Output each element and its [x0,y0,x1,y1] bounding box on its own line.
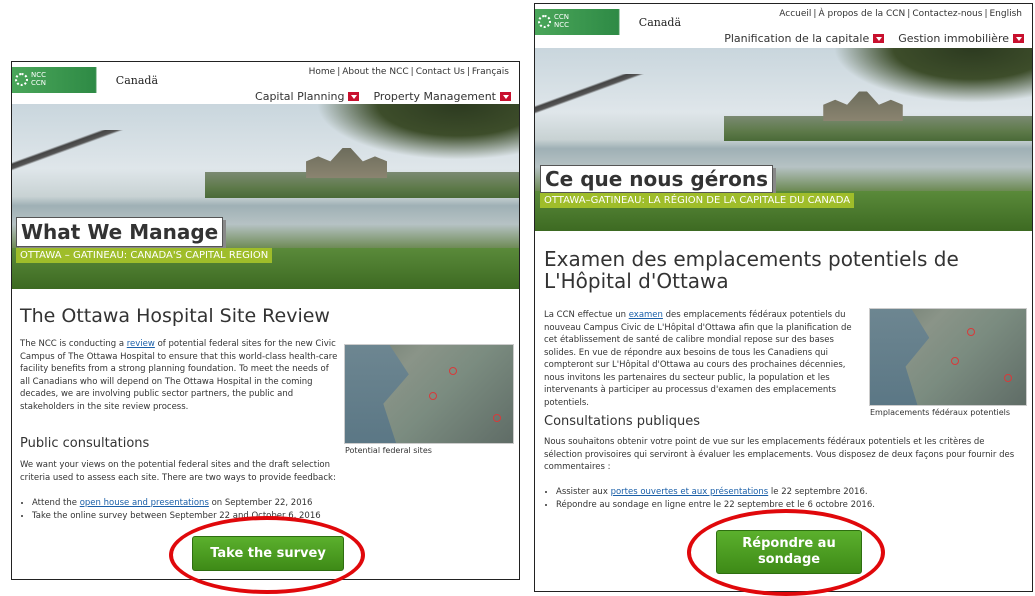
hero-subtitle: OTTAWA – GATINEAU: CANADA'S CAPITAL REGI… [16,248,273,263]
ccn-ring-icon [538,14,551,28]
main-nav: Capital Planning Property Management [255,90,511,103]
canada-wordmark: Canadä [638,16,681,29]
open-house-link[interactable]: open house and presentations [80,498,209,508]
map-river [870,309,930,405]
nav-capital-planning[interactable]: Capital Planning [255,90,360,103]
link-home[interactable]: Home [309,67,336,77]
dropdown-arrow-icon[interactable] [873,34,885,43]
intro-text-cont: of potential federal sites for the new C… [20,339,338,412]
dropdown-arrow-icon[interactable] [1013,34,1024,43]
intro-paragraph: La CCN effectue un examen des emplacemen… [544,309,866,409]
map-river [345,345,409,443]
top-links: Home | About the NCC | Contact Us | Français [308,67,509,77]
bullet-text: le 22 septembre 2016. [768,487,868,497]
ncc-ring-icon [15,72,28,86]
hero-subtitle: OTTAWA–GATINEAU: LA RÉGION DE LA CAPITAL… [540,193,855,208]
logo-line-1: NCC [31,71,47,79]
list-item: Assister aux portes ouvertes et aux prés… [556,486,1032,499]
nav-property-management[interactable]: Property Management [373,90,511,103]
consultations-heading: Consultations publiques [544,414,700,429]
feedback-list: Assister aux portes ouvertes et aux prés… [544,486,1032,512]
canada-wordmark: Canadä [115,74,158,87]
take-survey-button[interactable]: Take the survey [192,536,344,571]
map-caption: Emplacements fédéraux potentiels [870,408,1011,417]
nav-label: Planification de la capitale [724,32,870,45]
list-item: Répondre au sondage en ligne entre le 22… [556,499,1032,512]
logo-line-1: CCN [554,13,570,21]
hero-title: What We Manage [16,217,224,247]
dropdown-arrow-icon[interactable] [500,92,511,101]
ncc-logo[interactable]: NCC CCN Canadä [12,67,164,93]
map-marker-icon [492,413,501,422]
hero-bridge [12,129,165,182]
ccn-wordmark: CCN NCC [538,13,569,29]
consultations-text: Nous souhaitons obtenir votre point de v… [544,437,1015,472]
nav-label: Capital Planning [255,90,345,103]
dropdown-arrow-icon[interactable] [348,92,360,101]
sites-map-image[interactable] [344,344,514,444]
bullet-text: Assister aux [556,487,611,497]
logo-line-2: CCN [31,79,47,87]
examen-link[interactable]: examen [629,310,663,320]
intro-paragraph: The NCC is conducting a review of potent… [20,338,338,413]
hero-bridge [535,73,685,125]
hero-title: Ce que nous gérons [540,165,773,193]
link-about[interactable]: About the NCC [342,67,408,77]
nav-label: Property Management [373,90,496,103]
bullet-text: on September 22, 2016 [208,498,313,508]
map-caption: Potential federal sites [345,446,432,455]
intro-text-cont: des emplacements fédéraux potentiels du … [544,310,852,408]
intro-text: La CCN effectue un [544,310,629,320]
ccn-logo[interactable]: CCN NCC Canadä [535,9,687,35]
link-contact[interactable]: Contactez-nous [912,9,982,19]
link-a-propos[interactable]: À propos de la CCN [818,9,905,19]
link-language[interactable]: Français [472,67,509,77]
page-title: The Ottawa Hospital Site Review [20,305,330,327]
logo-line-2: NCC [554,21,570,29]
map-marker-icon [449,366,458,375]
ncc-wordmark: NCC CCN [15,71,46,87]
portes-ouvertes-link[interactable]: portes ouvertes et aux présentations [611,487,769,497]
link-contact[interactable]: Contact Us [416,67,465,77]
bullet-text: Attend the [32,498,80,508]
feedback-list: Attend the open house and presentations … [20,497,362,522]
link-language[interactable]: English [990,9,1023,19]
nav-label: Gestion immobilière [898,32,1009,45]
repondre-sondage-button[interactable]: Répondre au sondage [716,530,862,574]
nav-gestion-immobiliere[interactable]: Gestion immobilière [898,32,1024,45]
intro-text: The NCC is conducting a [20,339,127,349]
review-link[interactable]: review [127,339,155,349]
map-marker-icon [966,328,975,337]
page-title: Examen des emplacements potentiels de L'… [544,247,959,293]
map-marker-icon [951,357,960,365]
top-links: Accueil | À propos de la CCN | Contactez-nou… [779,9,1023,19]
sites-map-image[interactable] [869,308,1027,406]
map-marker-icon [1004,374,1013,383]
french-page-panel: CCN NCC Canadä Accueil | À propos de la CCN… [534,3,1033,592]
consultations-heading: Public consultations [20,436,150,451]
main-nav: Planification de la capitale Gestion imm… [724,32,1024,45]
list-item: Take the online survey between September… [32,510,362,523]
link-accueil[interactable]: Accueil [779,9,811,19]
list-item: Attend the open house and presentations … [32,497,362,510]
consultations-text: We want your views on the potential fede… [20,460,336,483]
map-marker-icon [429,392,437,401]
english-page-panel: NCC CCN Canadä Home | About the NCC | Contact… [11,61,520,580]
nav-planification[interactable]: Planification de la capitale [724,32,885,45]
